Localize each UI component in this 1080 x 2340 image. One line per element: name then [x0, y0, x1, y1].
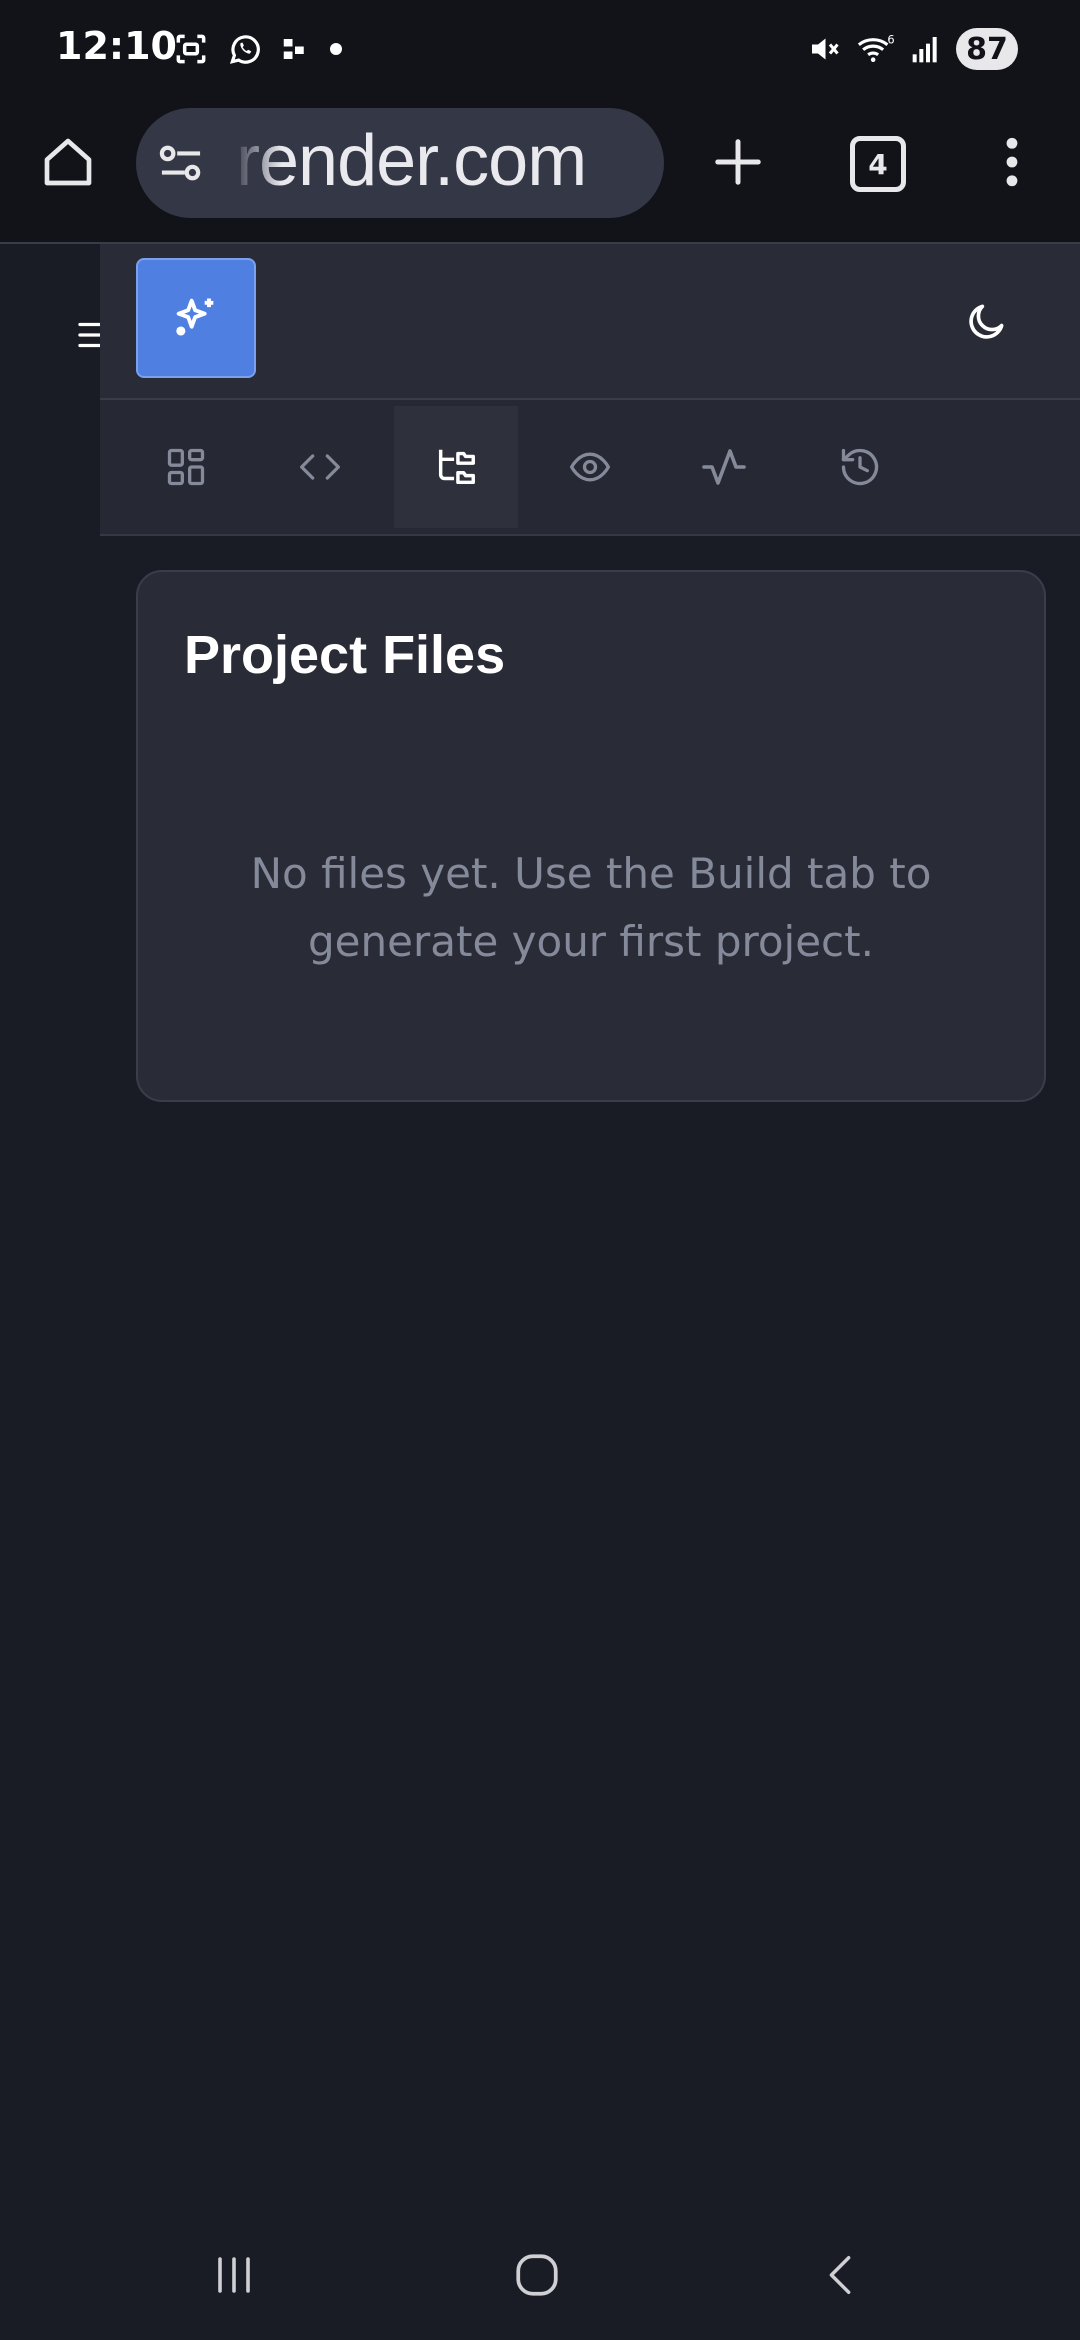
- app-notification-icon: [283, 39, 304, 59]
- folder-tree-icon: [438, 449, 475, 485]
- tab-preview[interactable]: [528, 406, 652, 528]
- tab-files[interactable]: [394, 406, 518, 528]
- status-bar: 12:10 6 87: [0, 0, 1080, 100]
- status-system-icons: 6 87: [806, 28, 1018, 70]
- more-notifications-dot-icon: [330, 43, 342, 55]
- signal-icon: [912, 37, 937, 63]
- more-vertical-icon: [1006, 137, 1018, 187]
- tab-dashboard[interactable]: [124, 406, 248, 528]
- whatsapp-icon: [229, 35, 260, 64]
- back-button[interactable]: [818, 2250, 864, 2305]
- address-bar[interactable]: render.com: [136, 108, 664, 218]
- home-icon: [44, 138, 92, 186]
- history-icon: [841, 448, 879, 486]
- browser-toolbar: render.com 4: [0, 100, 1080, 244]
- browser-menu-button[interactable]: [980, 130, 1044, 194]
- home-button[interactable]: [36, 130, 100, 194]
- site-settings-icon[interactable]: [158, 142, 204, 184]
- status-time: 12:10: [56, 24, 177, 68]
- app-header: [100, 244, 1080, 400]
- view-toolbar: [100, 400, 1080, 536]
- url-fade: [232, 108, 282, 218]
- status-notification-icons: [172, 30, 362, 68]
- home-circle-icon: [516, 2254, 558, 2296]
- tab-count: 4: [850, 136, 906, 192]
- tab-code[interactable]: [258, 406, 382, 528]
- recent-apps-button[interactable]: [210, 2250, 258, 2305]
- system-navigation-bar: [0, 2220, 1080, 2340]
- url-text: render.com: [236, 121, 587, 201]
- tab-activity[interactable]: [662, 406, 786, 528]
- back-chevron-icon: [829, 2256, 851, 2294]
- plus-icon: [715, 139, 761, 185]
- empty-state-line-2: generate your first project.: [308, 917, 874, 966]
- battery-indicator: 87: [956, 28, 1018, 70]
- mute-icon: [812, 38, 839, 60]
- code-icon: [300, 454, 340, 480]
- tab-switcher-button[interactable]: 4: [846, 132, 910, 196]
- layout-grid-icon: [167, 448, 205, 486]
- svg-text:6: 6: [887, 32, 894, 46]
- moon-icon: [969, 304, 1004, 339]
- new-tab-button[interactable]: [706, 130, 770, 194]
- eye-icon: [569, 452, 611, 482]
- theme-toggle-button[interactable]: [962, 296, 1012, 346]
- sparkles-icon: [176, 298, 214, 336]
- app-logo-button[interactable]: [136, 258, 256, 378]
- empty-state-line-1: No files yet. Use the Build tab to: [250, 849, 932, 898]
- tab-history[interactable]: [798, 406, 922, 528]
- screenshot-icon: [176, 34, 206, 64]
- activity-icon: [702, 449, 746, 485]
- card-title: Project Files: [184, 625, 506, 685]
- empty-state-message: No files yet. Use the Build tab to gener…: [178, 840, 1004, 976]
- home-nav-button[interactable]: [512, 2250, 562, 2305]
- wifi-icon: 6: [857, 32, 895, 62]
- recent-apps-icon: [218, 2257, 250, 2293]
- project-files-card: Project Files No files yet. Use the Buil…: [136, 570, 1046, 1102]
